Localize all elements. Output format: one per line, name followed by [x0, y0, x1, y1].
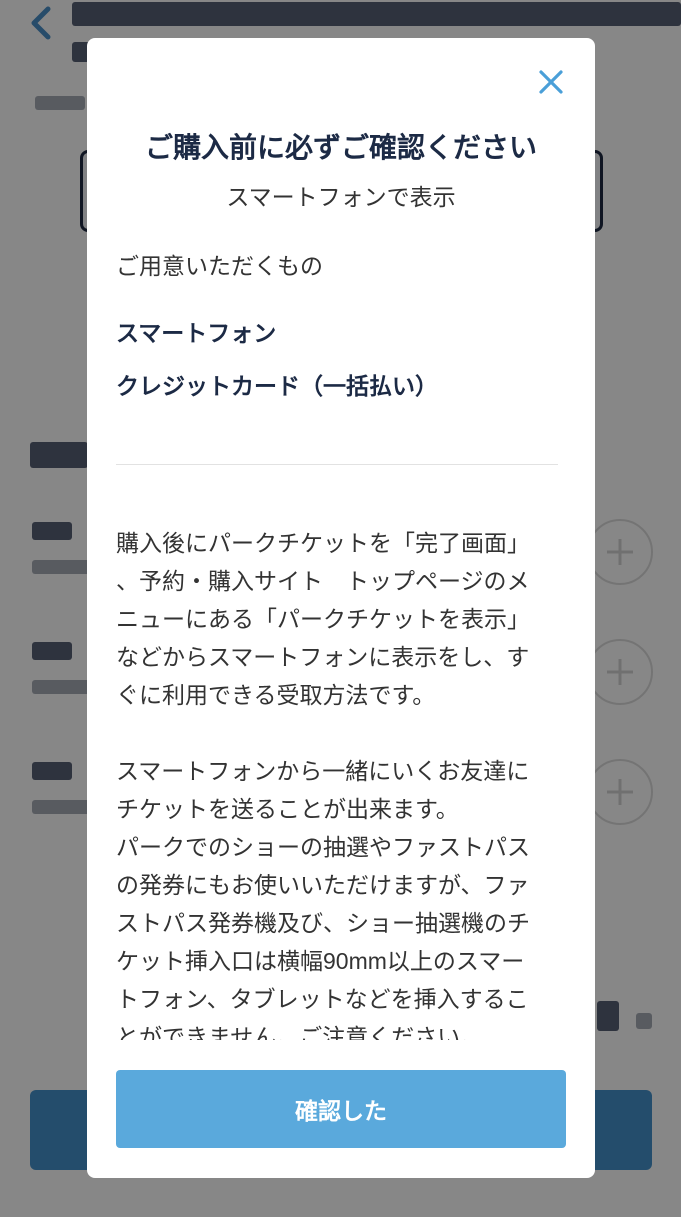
modal-scroll-content[interactable]: ご用意いただくもの スマートフォン クレジットカード（一括払い） 購入後にパーク…	[116, 240, 566, 1040]
close-button[interactable]	[537, 68, 565, 96]
paragraph-line: スマートフォンから一緒にいくお友達に	[116, 758, 530, 784]
requirement-item: スマートフォン	[116, 320, 277, 346]
paragraph-line: トフォン、タブレットなどを挿入するこ	[116, 986, 529, 1012]
notice-paragraph: スマートフォンから一緒にいくお友達に チケットを送ることが出来ます。 パークでの…	[116, 752, 566, 1040]
modal-title: ご購入前に必ずご確認ください	[144, 132, 537, 163]
paragraph-line: 、予約・購入サイト トップページのメ	[116, 568, 530, 594]
requirement-item: クレジットカード（一括払い）	[116, 373, 438, 399]
description-paragraph: 購入後にパークチケットを「完了画面」 、予約・購入サイト トップページのメ ニュ…	[116, 524, 566, 714]
paragraph-line: などからスマートフォンに表示をし、す	[116, 644, 530, 670]
paragraph-line: チケットを送ることが出来ます。	[116, 796, 459, 822]
close-icon	[539, 70, 563, 94]
paragraph-line: 購入後にパークチケットを「完了画面」	[116, 530, 530, 556]
paragraph-line: パークでのショーの抽選やファストパス	[116, 834, 530, 860]
paragraph-line: ストパス発券機及び、ショー抽選機のチ	[116, 910, 530, 936]
paragraph-line: とができません。ご注意ください。	[116, 1024, 484, 1040]
modal-subtitle: スマートフォンで表示	[226, 184, 456, 210]
paragraph-line: ニューにある「パークチケットを表示」	[116, 606, 530, 632]
paragraph-line: の発券にもお使いいただけますが、ファ	[116, 872, 530, 898]
paragraph-line: ぐに利用できる受取方法です。	[116, 682, 436, 708]
confirm-button[interactable]: 確認した	[116, 1070, 566, 1148]
confirmation-modal: ご購入前に必ずご確認ください スマートフォンで表示 ご用意いただくもの スマート…	[87, 38, 595, 1178]
paragraph-line: ケット挿入口は横幅90mm以上のスマー	[116, 948, 525, 974]
requirements-heading: ご用意いただくもの	[116, 253, 323, 279]
divider	[116, 464, 558, 465]
